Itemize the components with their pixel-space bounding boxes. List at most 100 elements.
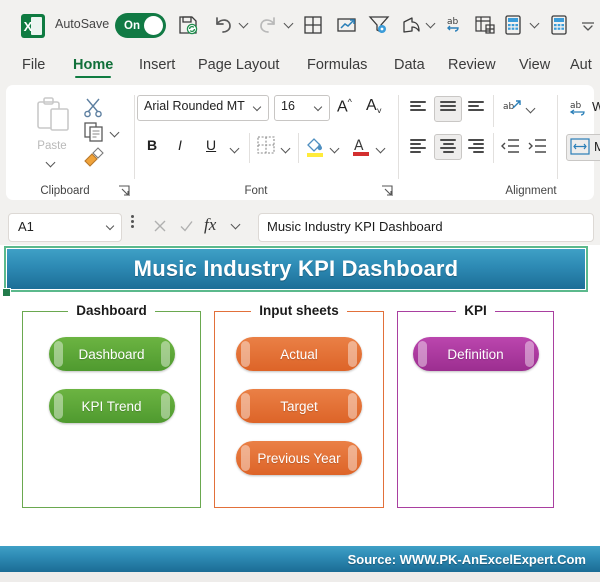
button-glint-right [348,393,357,419]
font-name-chevron-down-icon[interactable] [254,104,262,112]
cancel-icon[interactable] [152,218,168,239]
align-right-icon[interactable] [466,137,488,155]
orientation-icon[interactable]: ab [501,97,523,124]
fill-color-chevron-down-icon[interactable] [331,145,341,155]
increase-indent-icon[interactable] [527,137,547,160]
button-dashboard[interactable]: Dashboard [48,337,175,371]
button-actual[interactable]: Actual [236,337,362,371]
button-dashboard-label: Dashboard [78,346,145,362]
filter-settings-icon[interactable] [366,12,392,38]
paste-dropdown-chevron-icon[interactable] [47,159,57,169]
group-title-dashboard: Dashboard [68,303,155,318]
tab-automate[interactable]: Aut [570,57,592,73]
font-size-chevron-down-icon[interactable] [315,104,323,112]
name-box[interactable]: A1 [8,213,122,242]
underline-button[interactable]: U [206,137,216,153]
borders-icon[interactable] [300,12,326,38]
enter-icon[interactable] [178,218,194,239]
align-center-icon[interactable] [438,137,460,155]
worksheet-area: Music Industry KPI Dashboard Dashboard D… [0,245,600,582]
wrap-text-icon[interactable]: ab [569,97,591,124]
button-target[interactable]: Target [236,389,362,423]
button-target-label: Target [280,398,318,414]
decrease-indent-icon[interactable] [500,137,520,160]
redo-dropdown-chevron-icon[interactable] [285,20,295,30]
copy-dropdown-chevron-icon[interactable] [111,129,121,139]
formula-bar-expand-chevron-icon[interactable] [232,221,242,231]
button-definition[interactable]: Definition [412,337,539,371]
autosave-toggle[interactable]: On [115,13,166,38]
share-dropdown-chevron-icon[interactable] [427,20,437,30]
table-icon[interactable] [472,12,498,38]
insert-chart-icon[interactable] [334,12,360,38]
align-top-icon[interactable] [408,99,430,117]
button-kpi-trend[interactable]: KPI Trend [48,389,175,423]
copy-icon[interactable] [82,121,106,148]
tab-formulas[interactable]: Formulas [307,57,367,73]
share-icon[interactable] [398,12,424,38]
tab-file[interactable]: File [22,57,45,73]
align-middle-icon[interactable] [438,99,460,117]
button-previous-year[interactable]: Previous Year [236,441,362,475]
alignment-inner-divider-2 [493,133,494,163]
button-glint-left [53,341,63,367]
insert-function-icon[interactable]: fx [204,215,216,235]
clipboard-group-label: Clipboard [40,185,90,197]
wrap-text-label[interactable]: W [592,99,600,114]
borders-dropdown-chevron-icon[interactable] [282,145,292,155]
save-icon[interactable] [175,12,201,38]
group-title-input-sheets-wrap: Input sheets [215,302,383,320]
formula-bar-options-icon[interactable] [131,220,134,223]
excel-logo-letter: X [23,18,33,34]
tab-page-layout[interactable]: Page Layout [198,57,279,73]
button-glint-right [348,445,357,471]
formula-input-value: Music Industry KPI Dashboard [267,219,443,234]
fill-color-icon[interactable] [305,135,325,162]
align-left-icon[interactable] [408,137,430,155]
italic-button[interactable]: I [178,137,182,153]
customize-quick-access-toolbar-icon[interactable] [578,12,600,38]
calculate-dropdown-chevron-icon[interactable] [531,20,541,30]
group-title-input-sheets: Input sheets [251,303,347,318]
undo-dropdown-chevron-icon[interactable] [240,20,250,30]
calculate-icon[interactable] [500,12,526,38]
group-box-kpi: KPI Definition [397,303,554,508]
redo-icon[interactable] [255,12,281,38]
format-painter-icon[interactable] [82,145,106,172]
calculate-sheet-icon[interactable] [546,12,572,38]
tab-home[interactable]: Home [73,57,113,78]
name-box-chevron-down-icon[interactable] [107,223,115,231]
merge-center-label[interactable]: M [594,139,600,154]
tab-insert[interactable]: Insert [139,57,175,73]
decrease-font-size-button[interactable]: A˅ [366,97,382,116]
undo-icon[interactable] [210,12,236,38]
source-text: Source: WWW.PK-AnExcelExpert.Com [347,551,586,567]
button-definition-label: Definition [447,346,504,362]
font-size-input[interactable]: 16 [274,95,330,121]
align-bottom-icon[interactable] [466,99,488,117]
bold-button[interactable]: B [147,137,157,153]
fill-handle[interactable] [2,288,11,297]
font-color-icon[interactable]: A [351,135,371,162]
group-divider-3 [557,95,558,179]
underline-dropdown-chevron-icon[interactable] [231,145,241,155]
name-box-value: A1 [18,219,34,234]
tab-review[interactable]: Review [448,57,496,73]
orientation-chevron-down-icon[interactable] [527,105,537,115]
tab-data[interactable]: Data [394,57,425,73]
formula-input[interactable]: Music Industry KPI Dashboard [258,213,594,242]
merge-center-icon[interactable] [570,137,590,161]
font-dialog-launcher[interactable] [381,184,393,196]
font-name-input[interactable]: Arial Rounded MT [137,95,269,121]
tab-view[interactable]: View [519,57,550,73]
cut-icon[interactable] [82,96,104,123]
font-color-chevron-down-icon[interactable] [377,145,387,155]
spelling-icon[interactable]: ab [442,12,468,38]
button-glint-left [241,445,250,471]
paste-button[interactable] [26,95,78,167]
button-glint-left [417,341,427,367]
group-box-input-sheets: Input sheets Actual Target Previous Year [214,303,384,508]
clipboard-dialog-launcher[interactable] [118,184,130,196]
increase-font-size-button[interactable]: A^ [337,97,352,116]
borders-dropdown-icon[interactable] [256,135,276,160]
